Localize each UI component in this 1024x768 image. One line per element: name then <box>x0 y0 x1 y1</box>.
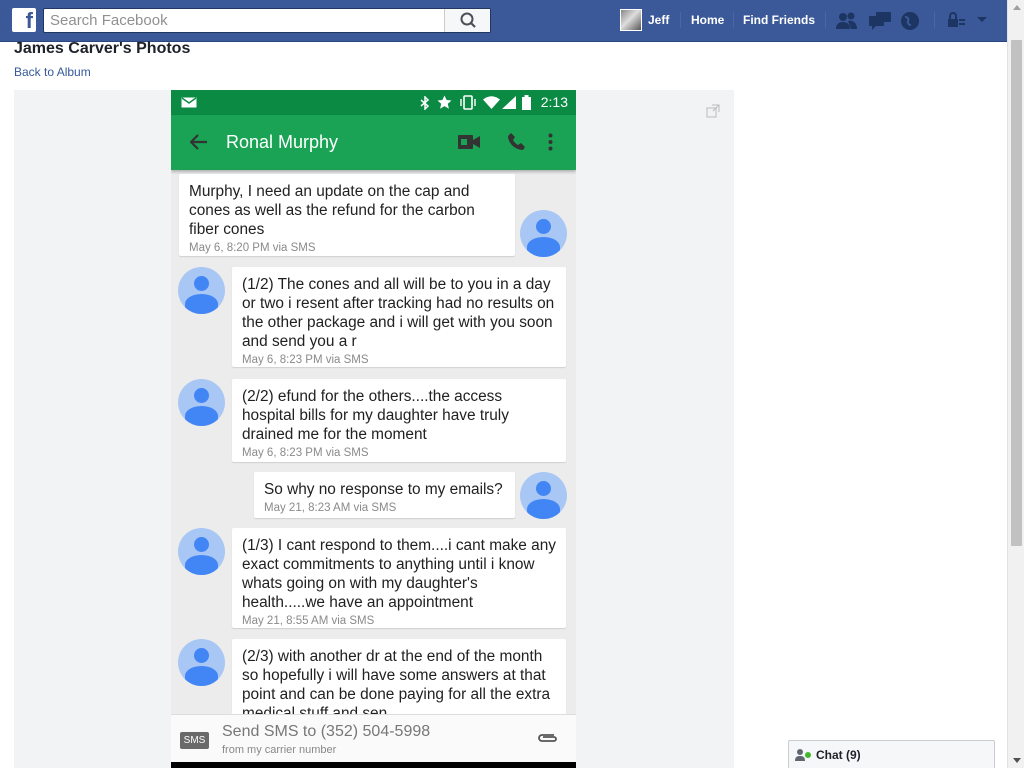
avatar <box>178 528 225 575</box>
privacy-lock-icon[interactable] <box>946 10 966 30</box>
account-dropdown-icon[interactable] <box>976 16 988 24</box>
divider <box>680 12 681 28</box>
facebook-topbar: f Jeff Home Find Friends <box>0 0 1007 42</box>
chat-sidebar-tab[interactable]: Chat (9) <box>788 740 995 768</box>
message-timestamp: May 6, 8:20 PM via SMS <box>189 242 316 254</box>
message-text: (1/2) The cones and all will be to you i… <box>242 276 555 350</box>
scroll-thumb[interactable] <box>1011 40 1022 546</box>
avatar <box>620 9 642 31</box>
scroll-up-arrow-icon[interactable] <box>1013 5 1021 10</box>
vibrate-icon <box>460 95 476 110</box>
profile-name: Jeff <box>648 13 670 27</box>
android-nav-bar <box>171 762 576 768</box>
message-text: Murphy, I need an update on the cap and … <box>189 183 475 238</box>
search-button[interactable] <box>444 9 490 32</box>
message-text: So why no response to my emails? <box>264 481 503 498</box>
home-link[interactable]: Home <box>691 13 724 27</box>
mail-icon <box>181 97 197 108</box>
conversation-app-bar: Ronal Murphy <box>171 115 576 170</box>
page-title: James Carver's Photos <box>14 40 191 57</box>
avatar <box>178 267 225 314</box>
phone-call-icon[interactable] <box>507 132 526 151</box>
message-text: (1/3) I cant respond to them....i cant m… <box>242 537 556 611</box>
back-arrow-icon[interactable] <box>190 134 208 150</box>
online-status-dot <box>805 752 811 758</box>
sms-composer[interactable]: SMS Send SMS to (352) 504-5998 from my c… <box>171 714 576 762</box>
sms-badge: SMS <box>180 732 209 749</box>
android-status-bar: 2:13 <box>171 90 576 115</box>
message-bubble[interactable]: (2/2) efund for the others....the access… <box>232 379 566 462</box>
find-friends-link[interactable]: Find Friends <box>743 13 815 27</box>
expand-fullscreen-icon[interactable] <box>706 104 720 118</box>
back-to-album-link[interactable]: Back to Album <box>14 65 91 79</box>
message-timestamp: May 6, 8:23 PM via SMS <box>242 447 369 459</box>
message-timestamp: May 21, 8:23 AM via SMS <box>264 502 397 514</box>
chat-label: Chat (9) <box>816 748 861 762</box>
search-box[interactable] <box>43 8 491 33</box>
compose-input[interactable]: Send SMS to (352) 504-5998 <box>222 723 430 741</box>
signal-icon <box>502 96 516 109</box>
friend-requests-icon[interactable] <box>835 10 859 32</box>
compose-subtext: from my carrier number <box>222 744 337 756</box>
search-input[interactable] <box>44 9 444 32</box>
battery-icon <box>522 95 531 110</box>
message-bubble[interactable]: Murphy, I need an update on the cap and … <box>179 174 515 256</box>
bluetooth-icon <box>420 96 430 110</box>
person-icon <box>795 749 805 761</box>
message-text: (2/3) with another dr at the end of the … <box>242 648 551 722</box>
message-bubble[interactable]: (1/3) I cant respond to them....i cant m… <box>232 528 566 628</box>
photo-viewer: 2:13 Ronal Murphy Murphy, I need an upda… <box>14 90 734 768</box>
message-bubble[interactable]: So why no response to my emails? May 21,… <box>254 472 515 518</box>
video-call-icon[interactable] <box>458 135 480 149</box>
notifications-globe-icon[interactable] <box>899 10 921 32</box>
avatar <box>520 210 567 257</box>
profile-link[interactable]: Jeff <box>620 9 669 31</box>
avatar <box>178 639 225 686</box>
divider <box>825 12 826 28</box>
more-options-icon[interactable] <box>548 133 553 151</box>
message-bubble[interactable]: (1/2) The cones and all will be to you i… <box>232 267 566 367</box>
message-text: (2/2) efund for the others....the access… <box>242 388 509 443</box>
contact-name: Ronal Murphy <box>226 132 339 152</box>
divider <box>934 12 935 28</box>
page-scrollbar[interactable] <box>1007 0 1024 768</box>
message-timestamp: May 21, 8:55 AM via SMS <box>242 615 375 627</box>
search-icon <box>460 12 476 28</box>
status-clock: 2:13 <box>540 94 568 110</box>
star-icon <box>437 95 452 109</box>
messages-icon[interactable] <box>868 10 892 32</box>
facebook-logo-icon[interactable]: f <box>12 8 36 33</box>
attachment-icon[interactable] <box>537 732 559 744</box>
message-timestamp: May 6, 8:23 PM via SMS <box>242 354 369 366</box>
phone-screenshot: 2:13 Ronal Murphy Murphy, I need an upda… <box>171 90 576 768</box>
avatar <box>178 379 225 426</box>
divider <box>733 12 734 28</box>
avatar <box>520 472 567 519</box>
scroll-down-arrow-icon[interactable] <box>1013 758 1021 763</box>
wifi-icon <box>483 96 500 109</box>
